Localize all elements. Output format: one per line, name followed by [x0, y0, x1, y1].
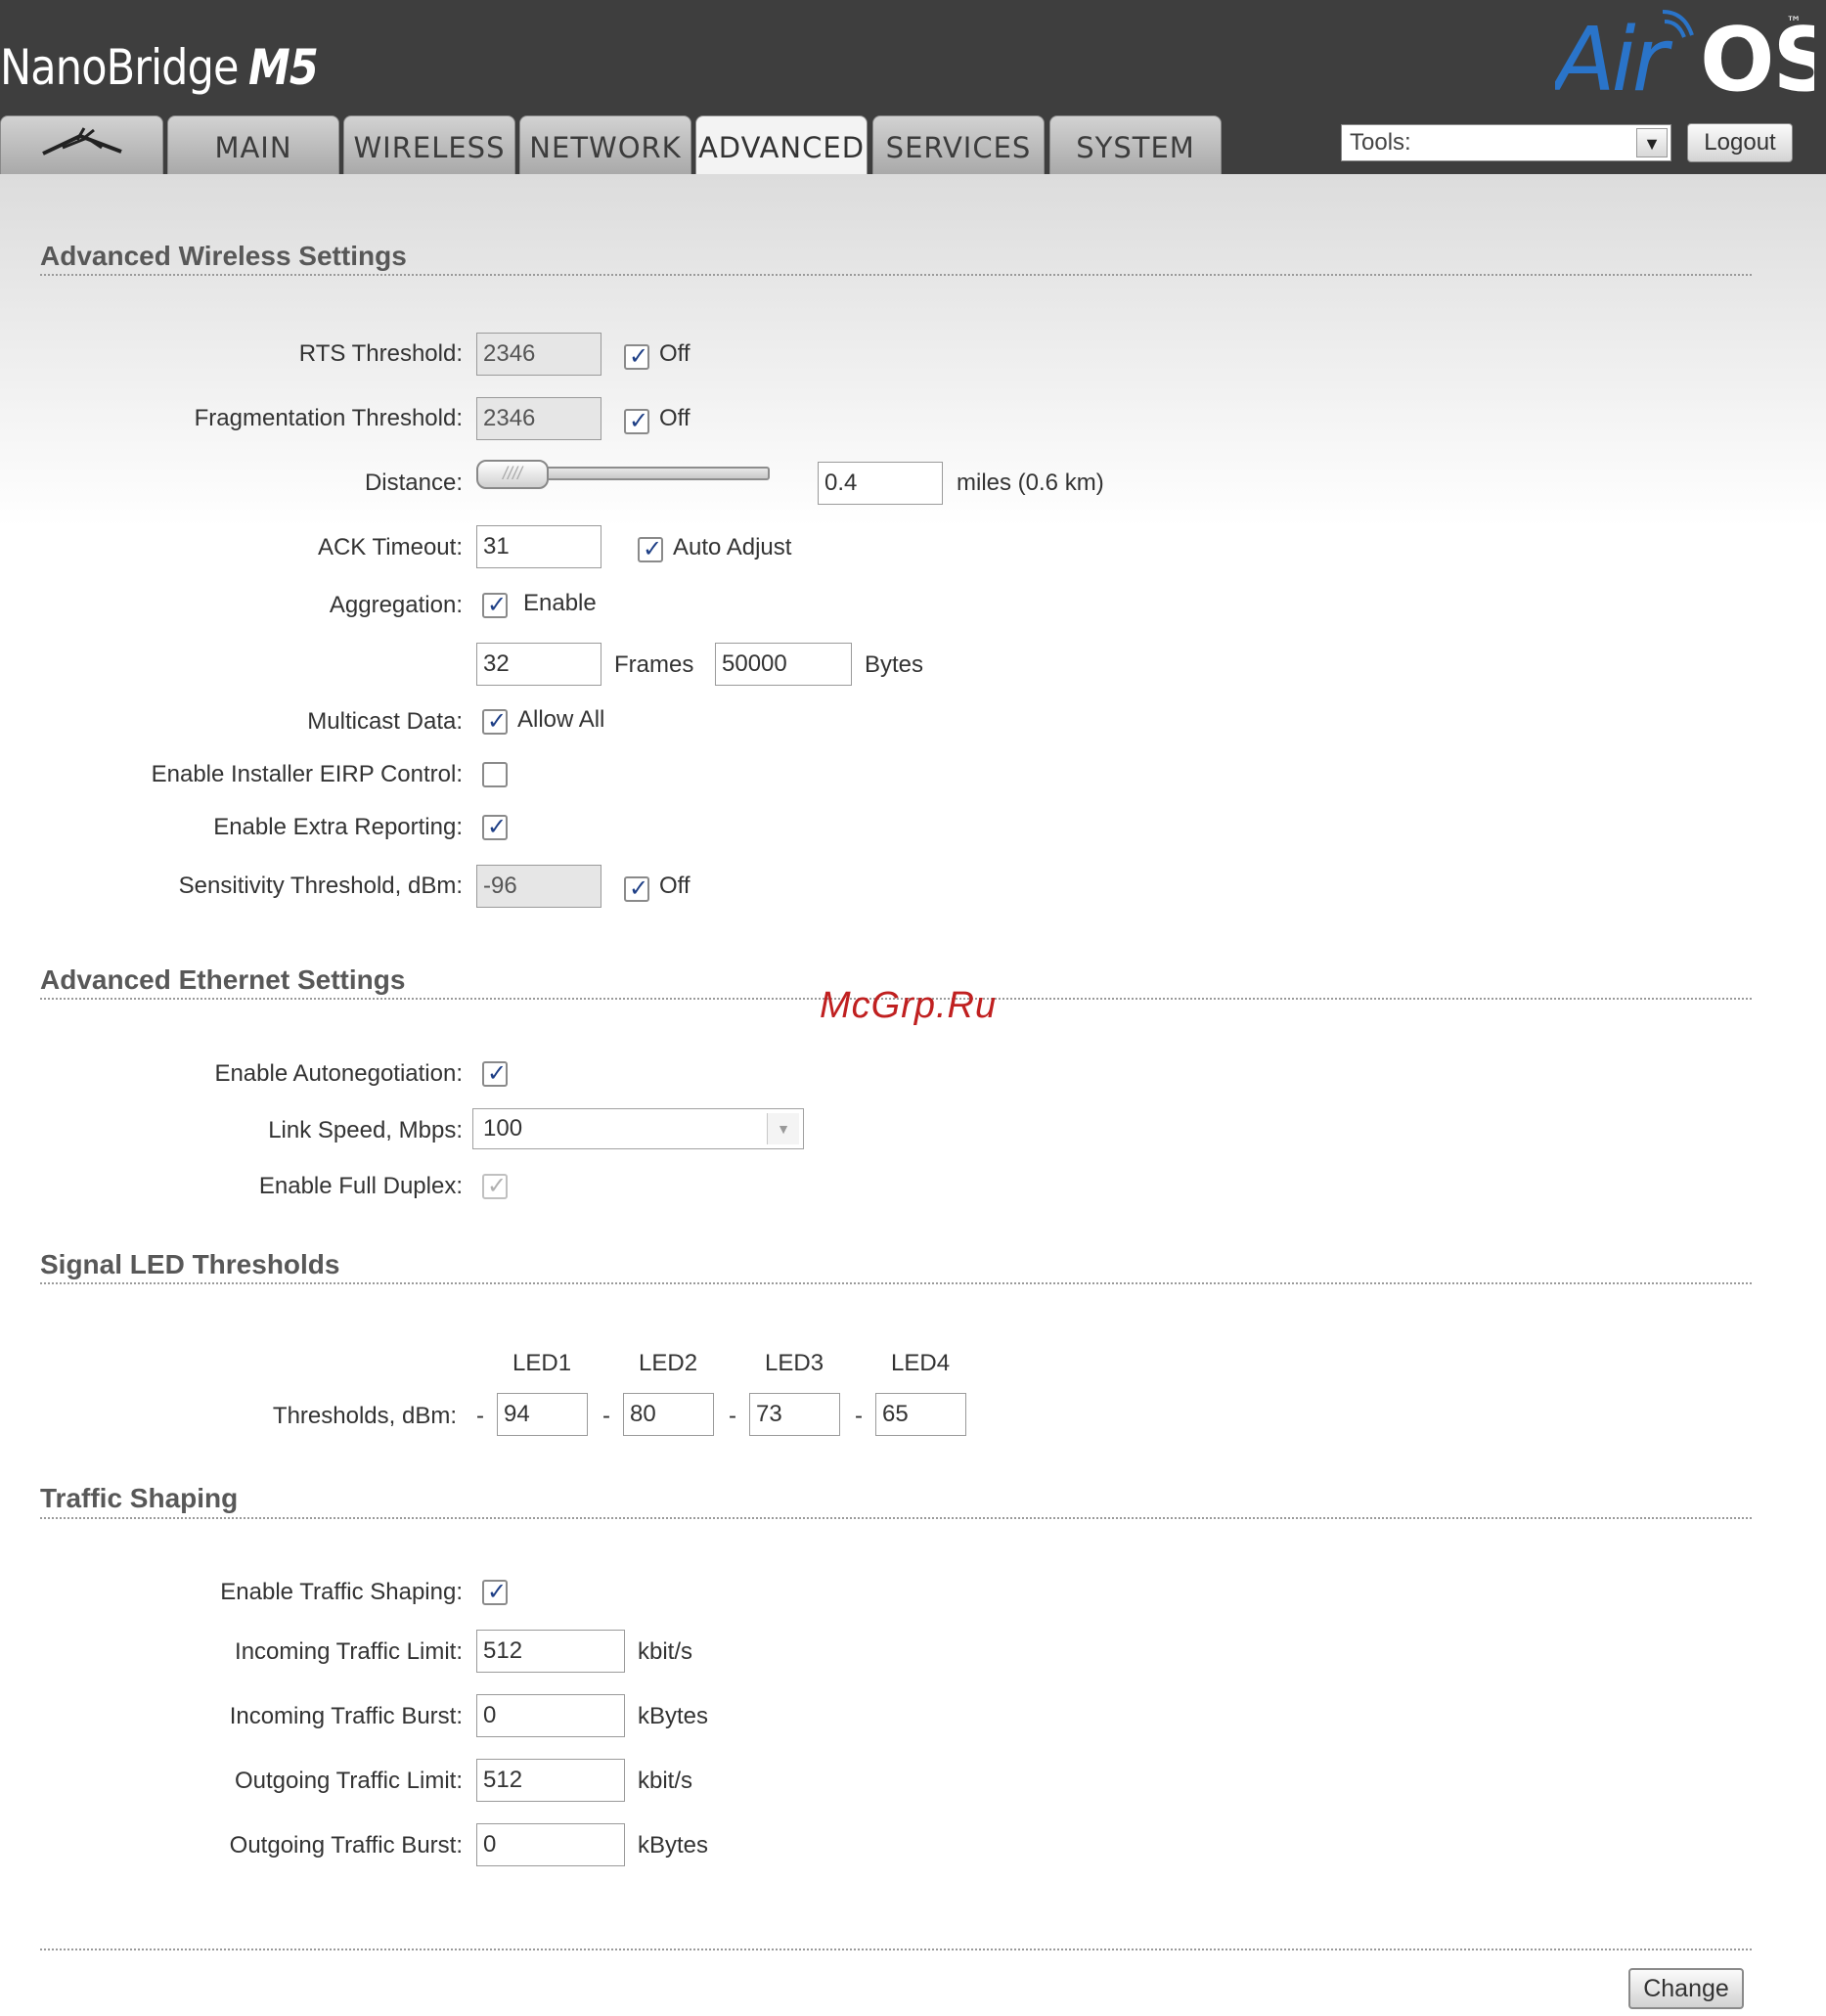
- incoming-limit-label: Incoming Traffic Limit:: [235, 1638, 463, 1665]
- section-title-traffic: Traffic Shaping: [40, 1483, 239, 1513]
- extra-reporting-checkbox[interactable]: [482, 813, 508, 840]
- sensitivity-off-label: Off: [659, 873, 690, 899]
- autonegotiation-checkbox[interactable]: [482, 1059, 508, 1087]
- tab-advanced[interactable]: ADVANCED: [695, 115, 868, 175]
- tab-logo[interactable]: [0, 115, 163, 174]
- sensitivity-threshold-label: Sensitivity Threshold, dBm:: [178, 873, 463, 899]
- svg-text:Air: Air: [1555, 9, 1673, 108]
- led3-header: LED3: [765, 1350, 824, 1376]
- ack-auto-adjust-checkbox[interactable]: [638, 535, 663, 562]
- tab-main[interactable]: MAIN: [167, 115, 339, 174]
- frames-label: Frames: [614, 651, 694, 678]
- aggregation-bytes-input[interactable]: 50000: [715, 643, 852, 686]
- product-model: M5: [247, 39, 319, 96]
- bytes-label: Bytes: [865, 651, 924, 678]
- multicast-allow-all-checkbox[interactable]: [482, 707, 508, 735]
- minus-sign: -: [602, 1403, 610, 1429]
- traffic-shaping-checkbox[interactable]: [482, 1578, 508, 1605]
- led1-threshold-input[interactable]: 94: [497, 1393, 588, 1436]
- tab-services[interactable]: SERVICES: [872, 115, 1045, 174]
- led2-header: LED2: [639, 1350, 698, 1376]
- minus-sign: -: [729, 1403, 736, 1429]
- outgoing-burst-unit: kBytes: [638, 1832, 709, 1859]
- tools-select[interactable]: Tools: ▼: [1341, 124, 1671, 161]
- led3-threshold-input[interactable]: 73: [749, 1393, 840, 1436]
- autonegotiation-label: Enable Autonegotiation:: [214, 1060, 463, 1087]
- rts-off-label: Off: [659, 340, 690, 367]
- content-area: [0, 174, 1826, 2016]
- full-duplex-label: Enable Full Duplex:: [258, 1173, 463, 1199]
- led2-threshold-input[interactable]: 80: [623, 1393, 714, 1436]
- outgoing-limit-input[interactable]: 512: [476, 1759, 625, 1802]
- tools-label: Tools:: [1350, 129, 1411, 156]
- fragmentation-off-checkbox[interactable]: [624, 407, 649, 434]
- sensitivity-threshold-input[interactable]: -96: [476, 865, 601, 908]
- section-title-ethernet: Advanced Ethernet Settings: [40, 964, 406, 995]
- minus-sign: -: [476, 1403, 484, 1429]
- aggregation-enable-checkbox[interactable]: [482, 591, 508, 618]
- aggregation-enable-label: Enable: [523, 590, 597, 616]
- section-title-wireless: Advanced Wireless Settings: [40, 241, 407, 271]
- ack-timeout-input[interactable]: 31: [476, 525, 601, 568]
- brand-tm: ™: [1786, 13, 1802, 31]
- extra-reporting-label: Enable Extra Reporting:: [213, 814, 463, 840]
- header-bar: NanoBridge M5 Air OS ™ MAIN WIRELESS NETW…: [0, 0, 1826, 175]
- fragmentation-threshold-input[interactable]: 2346: [476, 397, 601, 440]
- incoming-burst-label: Incoming Traffic Burst:: [229, 1703, 463, 1729]
- distance-input[interactable]: 0.4: [818, 462, 943, 505]
- product-title: NanoBridge M5: [0, 39, 319, 96]
- ubiquiti-logo-icon: [41, 127, 122, 156]
- section-divider: [40, 1517, 1752, 1519]
- chevron-down-icon[interactable]: ▼: [767, 1113, 799, 1144]
- thresholds-label: Thresholds, dBm:: [272, 1403, 457, 1429]
- minus-sign: -: [855, 1403, 863, 1429]
- link-speed-select[interactable]: 100 ▼: [472, 1108, 804, 1149]
- outgoing-burst-input[interactable]: 0: [476, 1823, 625, 1866]
- traffic-shaping-label: Enable Traffic Shaping:: [220, 1579, 463, 1605]
- outgoing-limit-unit: kbit/s: [638, 1768, 693, 1794]
- ack-timeout-label: ACK Timeout:: [317, 534, 463, 560]
- outgoing-limit-label: Outgoing Traffic Limit:: [235, 1768, 463, 1794]
- link-speed-value: 100: [483, 1115, 523, 1142]
- full-duplex-checkbox: [482, 1172, 508, 1199]
- incoming-burst-input[interactable]: 0: [476, 1694, 625, 1737]
- footer-divider: [40, 1949, 1752, 1950]
- incoming-burst-unit: kBytes: [638, 1703, 709, 1729]
- multicast-data-label: Multicast Data:: [307, 708, 463, 735]
- multicast-allow-all-label: Allow All: [517, 706, 605, 733]
- installer-eirp-label: Enable Installer EIRP Control:: [151, 761, 463, 787]
- incoming-limit-input[interactable]: 512: [476, 1630, 625, 1673]
- rts-threshold-label: RTS Threshold:: [298, 340, 463, 367]
- link-speed-label: Link Speed, Mbps:: [268, 1117, 463, 1143]
- tab-system[interactable]: SYSTEM: [1049, 115, 1222, 174]
- outgoing-burst-label: Outgoing Traffic Burst:: [229, 1832, 463, 1859]
- tab-wireless[interactable]: WIRELESS: [343, 115, 515, 174]
- rts-off-checkbox[interactable]: [624, 342, 649, 370]
- aggregation-frames-input[interactable]: 32: [476, 643, 601, 686]
- tab-network[interactable]: NETWORK: [519, 115, 691, 174]
- led1-header: LED1: [512, 1350, 572, 1376]
- led4-header: LED4: [891, 1350, 951, 1376]
- section-divider: [40, 1282, 1752, 1284]
- incoming-limit-unit: kbit/s: [638, 1638, 693, 1665]
- ack-auto-adjust-label: Auto Adjust: [673, 534, 792, 560]
- installer-eirp-checkbox[interactable]: [482, 762, 508, 787]
- chevron-down-icon[interactable]: ▼: [1636, 128, 1668, 157]
- sensitivity-off-checkbox[interactable]: [624, 874, 649, 902]
- airos-logo: Air OS ™: [1555, 9, 1814, 108]
- led4-threshold-input[interactable]: 65: [875, 1393, 966, 1436]
- watermark-text: McGrp.Ru: [820, 985, 998, 1026]
- section-divider: [40, 274, 1752, 276]
- product-name: NanoBridge: [0, 39, 240, 96]
- aggregation-label: Aggregation:: [329, 592, 463, 618]
- distance-unit: miles (0.6 km): [957, 470, 1104, 496]
- fragmentation-threshold-label: Fragmentation Threshold:: [194, 405, 463, 431]
- rts-threshold-input[interactable]: 2346: [476, 333, 601, 376]
- distance-slider-handle[interactable]: ////: [476, 460, 549, 489]
- logout-button[interactable]: Logout: [1687, 123, 1793, 162]
- distance-label: Distance:: [364, 470, 463, 496]
- section-title-led: Signal LED Thresholds: [40, 1249, 340, 1279]
- fragmentation-off-label: Off: [659, 405, 690, 431]
- change-button[interactable]: Change: [1628, 1968, 1744, 2009]
